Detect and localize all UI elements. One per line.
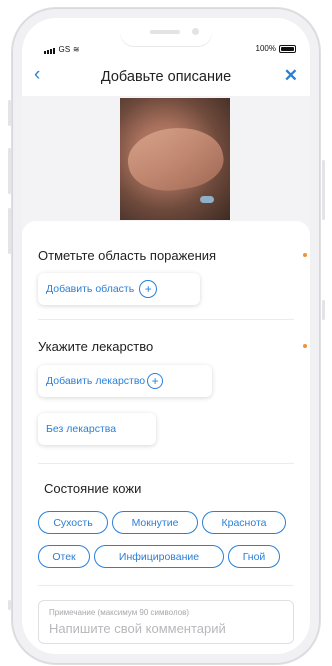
divider [38,463,294,464]
add-medicine-button[interactable]: Добавить лекарство + [38,365,212,397]
area-section-title: Отметьте область поражения [38,248,217,263]
battery-indicator: 100% [256,44,296,53]
no-medicine-button[interactable]: Без лекарства [38,413,156,445]
plus-circle-icon: + [147,373,164,389]
chip-infection[interactable]: Инфицирование [94,545,224,568]
chip-swelling[interactable]: Отек [38,545,90,568]
signal-indicator: GS ≋ [44,45,80,54]
skin-section-title: Состояние кожи [44,481,142,496]
wifi-icon: ≋ [72,45,80,54]
speaker-grille [150,30,180,34]
device-mockup: GS ≋ 100% ‹ Добавьте описание ✕ Отметьте… [0,0,332,666]
close-icon[interactable]: ✕ [284,66,298,86]
required-dot [303,344,307,348]
description-card: Отметьте область поражения Добавить обла… [22,221,310,654]
add-medicine-label: Добавить лекарство [46,375,146,387]
mute-switch [8,100,11,126]
no-medicine-label: Без лекарства [46,423,117,435]
side-mark-right [322,300,325,320]
nail-image [200,196,214,203]
phone-frame: GS ≋ 100% ‹ Добавьте описание ✕ Отметьте… [12,8,320,664]
signal-bars-icon [44,45,56,54]
chip-pus[interactable]: Гной [228,545,280,568]
add-area-label: Добавить область [46,283,135,295]
battery-icon [279,44,296,53]
chip-weeping[interactable]: Мокнутие [112,511,198,534]
chip-dryness[interactable]: Сухость [38,511,108,534]
volume-up-button [8,148,11,194]
lesion-photo[interactable] [120,98,230,220]
divider [38,585,294,586]
battery-percent: 100% [255,44,276,53]
add-area-button[interactable]: Добавить область + [38,273,200,305]
page-title: Добавьте описание [100,69,232,85]
required-dot [303,253,307,257]
divider [38,319,294,320]
nav-bar: ‹ Добавьте описание ✕ [22,58,310,96]
comment-field[interactable]: Примечание (максимум 90 символов) Напиши… [38,600,294,644]
side-mark [8,600,11,610]
app-screen: GS ≋ 100% ‹ Добавьте описание ✕ Отметьте… [22,18,310,654]
front-camera [192,28,199,35]
carrier-name: GS [58,45,71,54]
plus-circle-icon: + [139,280,158,298]
power-button [322,160,325,220]
chip-redness[interactable]: Краснота [202,511,286,534]
hand-image [123,120,228,198]
comment-placeholder: Напишите свой комментарий [49,621,226,636]
volume-down-button [8,208,11,254]
comment-hint: Примечание (максимум 90 символов) [49,608,190,617]
medicine-section-title: Укажите лекарство [38,339,154,354]
